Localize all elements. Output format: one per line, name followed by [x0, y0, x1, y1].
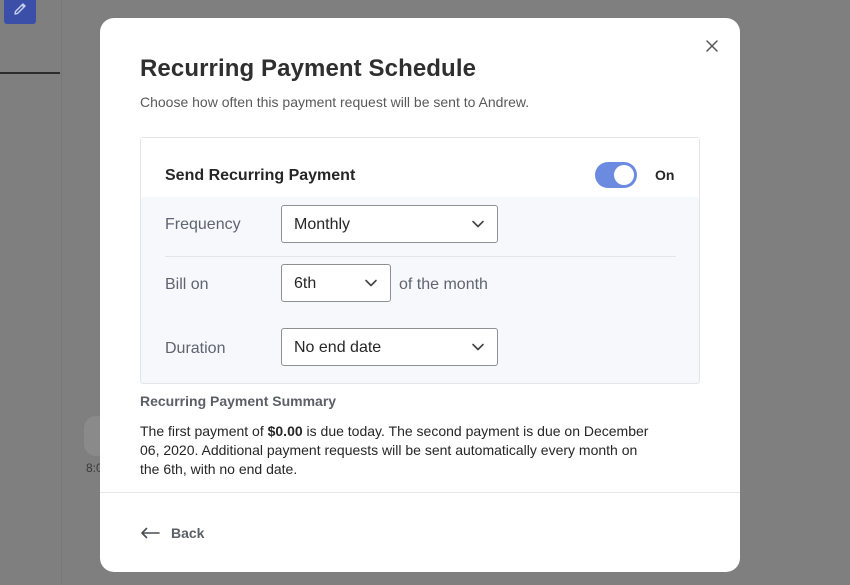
- background-tab-underline: [0, 72, 60, 74]
- toggle-knob: [614, 165, 634, 185]
- footer-divider: [100, 492, 740, 493]
- duration-select[interactable]: No end date: [281, 328, 498, 366]
- duration-label: Duration: [165, 340, 226, 357]
- frequency-value: Monthly: [294, 216, 351, 233]
- recurring-payment-toggle[interactable]: [595, 162, 637, 188]
- close-button[interactable]: [704, 38, 720, 54]
- close-icon: [706, 40, 718, 52]
- recurring-settings-card: Send Recurring Payment On Frequency Mont…: [140, 137, 700, 384]
- bill-on-suffix: of the month: [399, 276, 488, 293]
- modal-title: Recurring Payment Schedule: [140, 55, 477, 82]
- frequency-label: Frequency: [165, 216, 241, 233]
- modal-subtitle: Choose how often this payment request wi…: [140, 94, 530, 110]
- back-label: Back: [171, 525, 205, 541]
- summary-text: The first payment of $0.00 is due today.…: [140, 422, 660, 479]
- bill-on-select[interactable]: 6th: [281, 264, 391, 302]
- row-divider: [165, 256, 676, 257]
- recurring-toggle-row: Send Recurring Payment On: [141, 138, 699, 197]
- background-edit-button: [4, 0, 36, 24]
- chevron-down-icon: [365, 279, 377, 287]
- bill-on-label: Bill on: [165, 276, 209, 293]
- chevron-down-icon: [472, 343, 484, 351]
- frequency-select[interactable]: Monthly: [281, 205, 498, 243]
- background-column-divider: [61, 0, 62, 585]
- chevron-down-icon: [472, 220, 484, 228]
- summary-amount: $0.00: [267, 423, 303, 439]
- recurring-payment-label: Send Recurring Payment: [165, 167, 356, 184]
- bill-on-value: 6th: [294, 275, 317, 292]
- duration-value: No end date: [294, 339, 382, 356]
- recurring-payment-modal: Recurring Payment Schedule Choose how of…: [100, 18, 740, 572]
- arrow-left-icon: [141, 527, 160, 539]
- summary-title: Recurring Payment Summary: [140, 393, 337, 409]
- back-button[interactable]: Back: [140, 523, 204, 543]
- pencil-icon: [14, 3, 26, 15]
- toggle-state-label: On: [655, 167, 675, 183]
- summary-text-intro: The first payment of: [140, 423, 268, 439]
